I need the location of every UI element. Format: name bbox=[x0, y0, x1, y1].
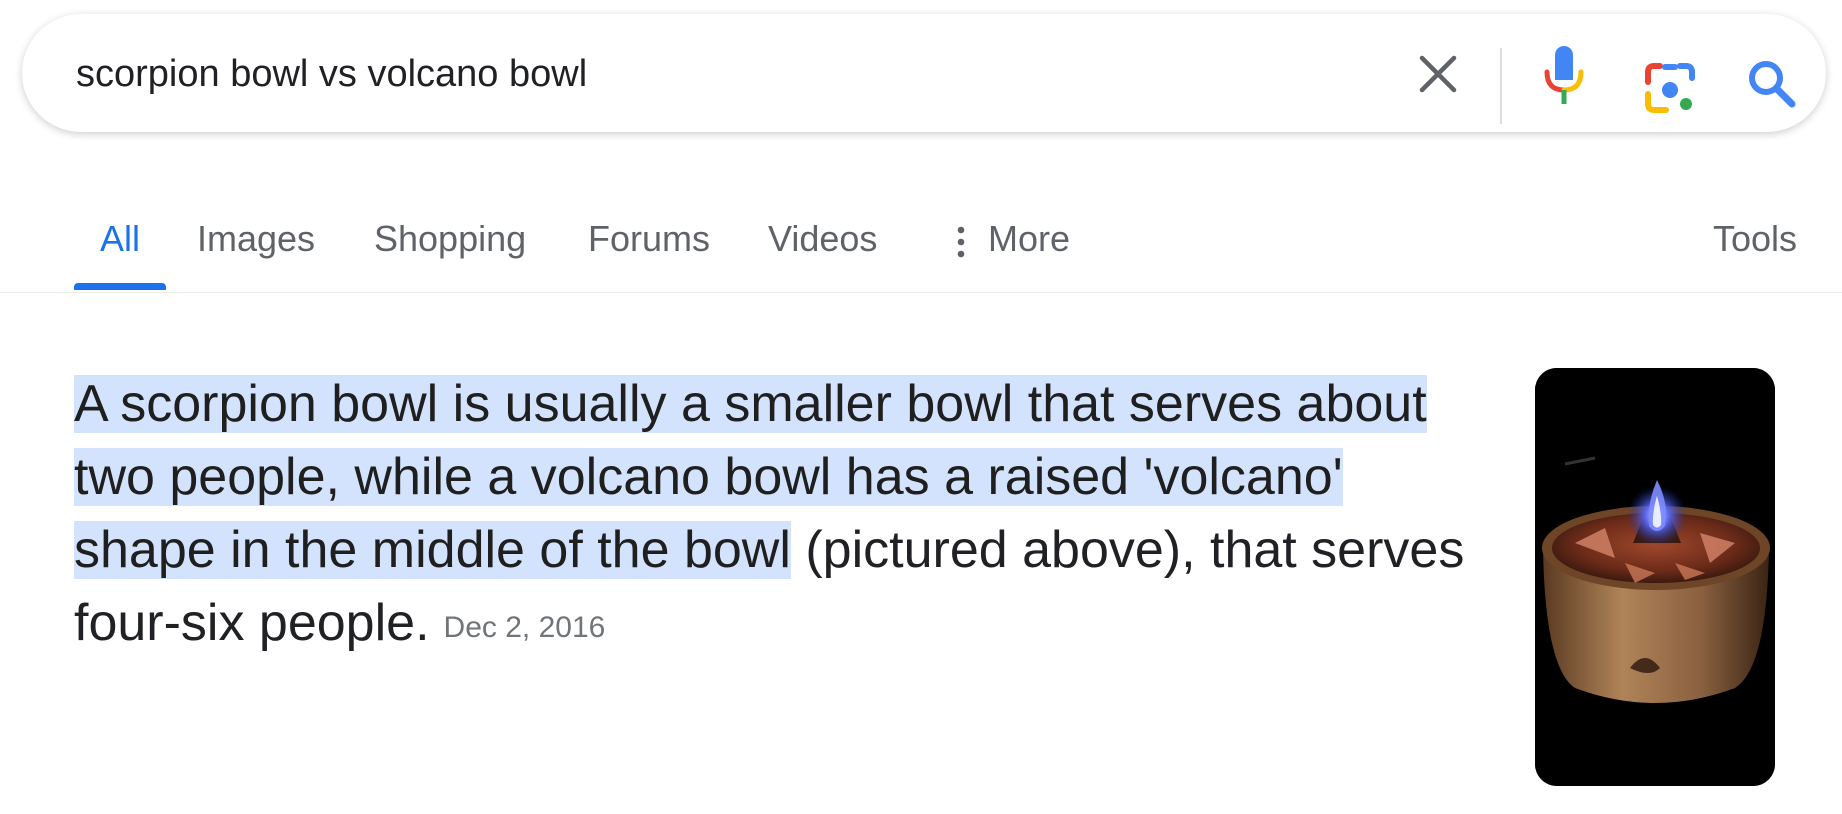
search-results-page: All Images Shopping Forums Videos More T… bbox=[0, 0, 1842, 814]
search-bar-divider bbox=[1500, 48, 1502, 124]
search-icon[interactable] bbox=[1746, 58, 1798, 110]
tab-videos[interactable]: Videos bbox=[768, 218, 877, 260]
tools-button[interactable]: Tools bbox=[1713, 218, 1797, 260]
tabs-divider bbox=[0, 292, 1842, 293]
tab-more[interactable]: More bbox=[988, 218, 1070, 260]
tab-all[interactable]: All bbox=[100, 218, 140, 260]
search-tabs: All Images Shopping Forums Videos More T… bbox=[0, 205, 1842, 293]
camera-lens-icon[interactable] bbox=[1642, 60, 1698, 116]
search-bar bbox=[22, 14, 1826, 132]
featured-snippet-answer: A scorpion bowl is usually a smaller bow… bbox=[74, 368, 1474, 664]
three-dots-vertical-icon[interactable] bbox=[955, 225, 967, 259]
answer-date: Dec 2, 2016 bbox=[443, 611, 606, 644]
search-input[interactable] bbox=[76, 52, 1376, 96]
volcano-bowl-thumbnail[interactable] bbox=[1535, 368, 1775, 786]
volcano-bowl-image bbox=[1535, 368, 1775, 786]
microphone-icon[interactable] bbox=[1542, 44, 1586, 106]
tab-forums[interactable]: Forums bbox=[588, 218, 710, 260]
tab-shopping[interactable]: Shopping bbox=[374, 218, 526, 260]
active-tab-indicator bbox=[74, 283, 166, 290]
tab-images[interactable]: Images bbox=[197, 218, 315, 260]
close-icon[interactable] bbox=[1416, 52, 1460, 96]
